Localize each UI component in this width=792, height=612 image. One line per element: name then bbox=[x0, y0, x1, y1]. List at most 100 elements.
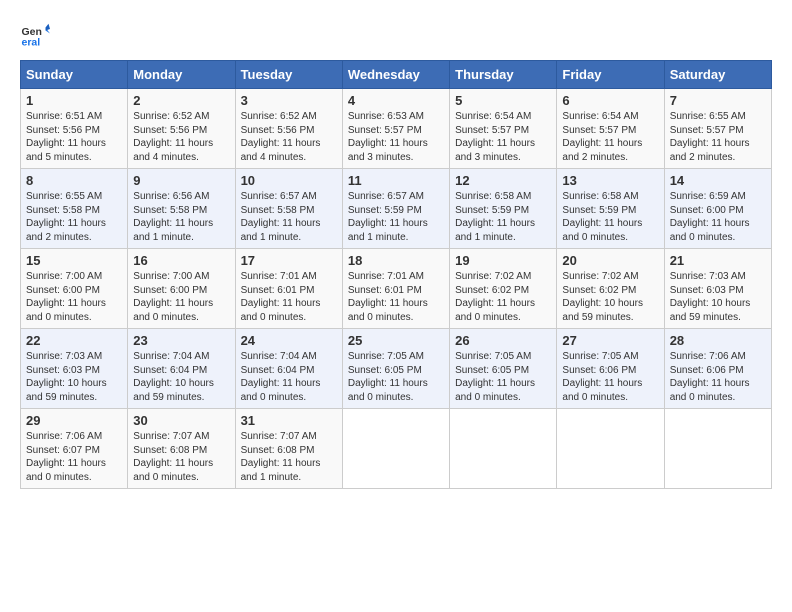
calendar-day-cell: 24 Sunrise: 7:04 AMSunset: 6:04 PMDaylig… bbox=[235, 329, 342, 409]
day-number: 18 bbox=[348, 253, 444, 268]
day-number: 25 bbox=[348, 333, 444, 348]
empty-cell bbox=[342, 409, 449, 489]
calendar-week-row: 29 Sunrise: 7:06 AMSunset: 6:07 PMDaylig… bbox=[21, 409, 772, 489]
day-content: Sunrise: 6:52 AMSunset: 5:56 PMDaylight:… bbox=[133, 110, 229, 164]
empty-cell bbox=[450, 409, 557, 489]
calendar-day-cell: 18 Sunrise: 7:01 AMSunset: 6:01 PMDaylig… bbox=[342, 249, 449, 329]
calendar-day-cell: 12 Sunrise: 6:58 AMSunset: 5:59 PMDaylig… bbox=[450, 169, 557, 249]
calendar-day-cell: 20 Sunrise: 7:02 AMSunset: 6:02 PMDaylig… bbox=[557, 249, 664, 329]
page-header: Gen eral bbox=[20, 20, 772, 50]
day-content: Sunrise: 6:54 AMSunset: 5:57 PMDaylight:… bbox=[455, 110, 551, 164]
day-number: 24 bbox=[241, 333, 337, 348]
weekday-header-monday: Monday bbox=[128, 61, 235, 89]
day-number: 7 bbox=[670, 93, 766, 108]
calendar-week-row: 8 Sunrise: 6:55 AMSunset: 5:58 PMDayligh… bbox=[21, 169, 772, 249]
day-content: Sunrise: 7:04 AMSunset: 6:04 PMDaylight:… bbox=[133, 350, 229, 404]
calendar-day-cell: 17 Sunrise: 7:01 AMSunset: 6:01 PMDaylig… bbox=[235, 249, 342, 329]
day-number: 20 bbox=[562, 253, 658, 268]
day-number: 28 bbox=[670, 333, 766, 348]
day-number: 11 bbox=[348, 173, 444, 188]
day-number: 16 bbox=[133, 253, 229, 268]
calendar-week-row: 1 Sunrise: 6:51 AMSunset: 5:56 PMDayligh… bbox=[21, 89, 772, 169]
calendar-day-cell: 29 Sunrise: 7:06 AMSunset: 6:07 PMDaylig… bbox=[21, 409, 128, 489]
calendar-day-cell: 2 Sunrise: 6:52 AMSunset: 5:56 PMDayligh… bbox=[128, 89, 235, 169]
day-number: 21 bbox=[670, 253, 766, 268]
day-number: 26 bbox=[455, 333, 551, 348]
day-number: 6 bbox=[562, 93, 658, 108]
day-content: Sunrise: 6:58 AMSunset: 5:59 PMDaylight:… bbox=[562, 190, 658, 244]
calendar-day-cell: 13 Sunrise: 6:58 AMSunset: 5:59 PMDaylig… bbox=[557, 169, 664, 249]
day-number: 4 bbox=[348, 93, 444, 108]
day-number: 23 bbox=[133, 333, 229, 348]
day-content: Sunrise: 7:06 AMSunset: 6:07 PMDaylight:… bbox=[26, 430, 122, 484]
day-content: Sunrise: 7:04 AMSunset: 6:04 PMDaylight:… bbox=[241, 350, 337, 404]
calendar-day-cell: 1 Sunrise: 6:51 AMSunset: 5:56 PMDayligh… bbox=[21, 89, 128, 169]
calendar-day-cell: 11 Sunrise: 6:57 AMSunset: 5:59 PMDaylig… bbox=[342, 169, 449, 249]
calendar-week-row: 22 Sunrise: 7:03 AMSunset: 6:03 PMDaylig… bbox=[21, 329, 772, 409]
calendar-day-cell: 8 Sunrise: 6:55 AMSunset: 5:58 PMDayligh… bbox=[21, 169, 128, 249]
day-content: Sunrise: 6:59 AMSunset: 6:00 PMDaylight:… bbox=[670, 190, 766, 244]
day-content: Sunrise: 6:54 AMSunset: 5:57 PMDaylight:… bbox=[562, 110, 658, 164]
weekday-header-saturday: Saturday bbox=[664, 61, 771, 89]
day-number: 3 bbox=[241, 93, 337, 108]
calendar-day-cell: 31 Sunrise: 7:07 AMSunset: 6:08 PMDaylig… bbox=[235, 409, 342, 489]
day-content: Sunrise: 7:07 AMSunset: 6:08 PMDaylight:… bbox=[133, 430, 229, 484]
day-number: 12 bbox=[455, 173, 551, 188]
calendar-day-cell: 25 Sunrise: 7:05 AMSunset: 6:05 PMDaylig… bbox=[342, 329, 449, 409]
day-content: Sunrise: 7:00 AMSunset: 6:00 PMDaylight:… bbox=[26, 270, 122, 324]
day-content: Sunrise: 7:03 AMSunset: 6:03 PMDaylight:… bbox=[26, 350, 122, 404]
day-content: Sunrise: 7:06 AMSunset: 6:06 PMDaylight:… bbox=[670, 350, 766, 404]
calendar-day-cell: 26 Sunrise: 7:05 AMSunset: 6:05 PMDaylig… bbox=[450, 329, 557, 409]
calendar-day-cell: 27 Sunrise: 7:05 AMSunset: 6:06 PMDaylig… bbox=[557, 329, 664, 409]
calendar-day-cell: 22 Sunrise: 7:03 AMSunset: 6:03 PMDaylig… bbox=[21, 329, 128, 409]
day-content: Sunrise: 6:51 AMSunset: 5:56 PMDaylight:… bbox=[26, 110, 122, 164]
day-number: 1 bbox=[26, 93, 122, 108]
day-content: Sunrise: 7:02 AMSunset: 6:02 PMDaylight:… bbox=[455, 270, 551, 324]
day-number: 22 bbox=[26, 333, 122, 348]
calendar-day-cell: 3 Sunrise: 6:52 AMSunset: 5:56 PMDayligh… bbox=[235, 89, 342, 169]
day-content: Sunrise: 7:07 AMSunset: 6:08 PMDaylight:… bbox=[241, 430, 337, 484]
day-content: Sunrise: 6:53 AMSunset: 5:57 PMDaylight:… bbox=[348, 110, 444, 164]
day-content: Sunrise: 7:03 AMSunset: 6:03 PMDaylight:… bbox=[670, 270, 766, 324]
calendar-day-cell: 4 Sunrise: 6:53 AMSunset: 5:57 PMDayligh… bbox=[342, 89, 449, 169]
day-number: 29 bbox=[26, 413, 122, 428]
weekday-header-friday: Friday bbox=[557, 61, 664, 89]
day-content: Sunrise: 7:05 AMSunset: 6:05 PMDaylight:… bbox=[348, 350, 444, 404]
logo: Gen eral bbox=[20, 20, 54, 50]
weekday-header-sunday: Sunday bbox=[21, 61, 128, 89]
calendar-day-cell: 28 Sunrise: 7:06 AMSunset: 6:06 PMDaylig… bbox=[664, 329, 771, 409]
calendar-day-cell: 15 Sunrise: 7:00 AMSunset: 6:00 PMDaylig… bbox=[21, 249, 128, 329]
calendar-day-cell: 30 Sunrise: 7:07 AMSunset: 6:08 PMDaylig… bbox=[128, 409, 235, 489]
calendar-day-cell: 21 Sunrise: 7:03 AMSunset: 6:03 PMDaylig… bbox=[664, 249, 771, 329]
calendar-day-cell: 19 Sunrise: 7:02 AMSunset: 6:02 PMDaylig… bbox=[450, 249, 557, 329]
day-number: 19 bbox=[455, 253, 551, 268]
empty-cell bbox=[664, 409, 771, 489]
day-number: 17 bbox=[241, 253, 337, 268]
calendar-day-cell: 5 Sunrise: 6:54 AMSunset: 5:57 PMDayligh… bbox=[450, 89, 557, 169]
svg-text:eral: eral bbox=[22, 37, 41, 49]
calendar-week-row: 15 Sunrise: 7:00 AMSunset: 6:00 PMDaylig… bbox=[21, 249, 772, 329]
day-content: Sunrise: 6:55 AMSunset: 5:58 PMDaylight:… bbox=[26, 190, 122, 244]
day-number: 8 bbox=[26, 173, 122, 188]
calendar-table: SundayMondayTuesdayWednesdayThursdayFrid… bbox=[20, 60, 772, 489]
calendar-day-cell: 7 Sunrise: 6:55 AMSunset: 5:57 PMDayligh… bbox=[664, 89, 771, 169]
day-number: 2 bbox=[133, 93, 229, 108]
calendar-day-cell: 16 Sunrise: 7:00 AMSunset: 6:00 PMDaylig… bbox=[128, 249, 235, 329]
day-content: Sunrise: 7:02 AMSunset: 6:02 PMDaylight:… bbox=[562, 270, 658, 324]
day-content: Sunrise: 7:00 AMSunset: 6:00 PMDaylight:… bbox=[133, 270, 229, 324]
day-content: Sunrise: 7:01 AMSunset: 6:01 PMDaylight:… bbox=[241, 270, 337, 324]
day-content: Sunrise: 6:57 AMSunset: 5:59 PMDaylight:… bbox=[348, 190, 444, 244]
calendar-day-cell: 10 Sunrise: 6:57 AMSunset: 5:58 PMDaylig… bbox=[235, 169, 342, 249]
weekday-header-thursday: Thursday bbox=[450, 61, 557, 89]
calendar-day-cell: 14 Sunrise: 6:59 AMSunset: 6:00 PMDaylig… bbox=[664, 169, 771, 249]
day-content: Sunrise: 7:05 AMSunset: 6:05 PMDaylight:… bbox=[455, 350, 551, 404]
day-content: Sunrise: 6:55 AMSunset: 5:57 PMDaylight:… bbox=[670, 110, 766, 164]
weekday-header-row: SundayMondayTuesdayWednesdayThursdayFrid… bbox=[21, 61, 772, 89]
calendar-day-cell: 23 Sunrise: 7:04 AMSunset: 6:04 PMDaylig… bbox=[128, 329, 235, 409]
logo-icon: Gen eral bbox=[20, 20, 50, 50]
empty-cell bbox=[557, 409, 664, 489]
day-content: Sunrise: 6:52 AMSunset: 5:56 PMDaylight:… bbox=[241, 110, 337, 164]
day-number: 15 bbox=[26, 253, 122, 268]
weekday-header-wednesday: Wednesday bbox=[342, 61, 449, 89]
day-number: 27 bbox=[562, 333, 658, 348]
